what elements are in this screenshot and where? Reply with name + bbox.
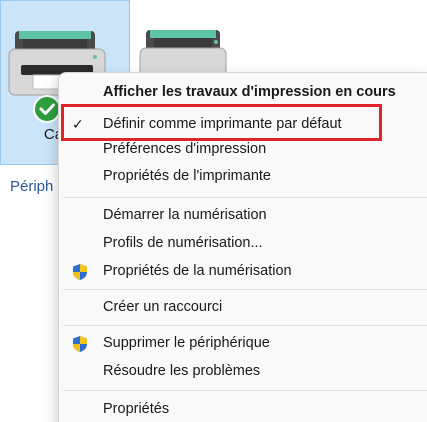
context-menu: Afficher les travaux d'impression en cou… <box>58 72 427 422</box>
menu-item-printer-properties[interactable]: Propriétés de l'imprimante <box>59 162 427 190</box>
menu-item-label: Démarrer la numérisation <box>103 207 267 223</box>
menu-item-label: Créer un raccourci <box>103 299 223 315</box>
menu-item-label: Résoudre les problèmes <box>103 363 261 379</box>
menu-item-printing-preferences[interactable]: Préférences d'impression <box>59 135 427 163</box>
menu-item-scan-properties[interactable]: Propriétés de la numérisation <box>59 257 427 285</box>
default-printer-check-icon <box>33 95 61 123</box>
uac-shield-icon <box>73 336 87 352</box>
menu-item-label: Propriétés de la numérisation <box>103 263 292 279</box>
menu-item-label: Propriétés de l'imprimante <box>103 168 271 184</box>
menu-item-troubleshoot[interactable]: Résoudre les problèmes <box>59 357 427 385</box>
menu-item-label: Propriétés <box>103 401 170 417</box>
menu-item-start-scan[interactable]: Démarrer la numérisation <box>59 201 427 229</box>
menu-item-view-print-jobs[interactable]: Afficher les travaux d'impression en cou… <box>59 78 427 106</box>
menu-item-create-shortcut[interactable]: Créer un raccourci <box>59 293 427 321</box>
menu-item-properties[interactable]: Propriétés <box>59 395 427 422</box>
section-header-devices[interactable]: Périph <box>10 178 53 195</box>
menu-separator <box>63 390 427 391</box>
menu-item-label: Afficher les travaux d'impression en cou… <box>103 84 396 100</box>
menu-item-label: Préférences d'impression <box>103 141 267 157</box>
devices-and-printers-window: Canon se Périph Afficher les travaux d'i… <box>0 0 427 422</box>
menu-separator <box>63 289 427 290</box>
menu-item-label: Supprimer le périphérique <box>103 335 270 351</box>
menu-separator <box>63 325 427 326</box>
menu-item-scan-profiles[interactable]: Profils de numérisation... <box>59 229 427 257</box>
menu-separator <box>63 197 427 198</box>
checkmark-icon: ✓ <box>72 116 84 132</box>
menu-item-label: Profils de numérisation... <box>103 235 263 251</box>
menu-item-set-default-printer[interactable]: ✓ Définir comme imprimante par défaut <box>59 110 427 138</box>
menu-item-remove-device[interactable]: Supprimer le périphérique <box>59 329 427 357</box>
menu-item-label: Définir comme imprimante par défaut <box>103 116 342 132</box>
uac-shield-icon <box>73 264 87 280</box>
